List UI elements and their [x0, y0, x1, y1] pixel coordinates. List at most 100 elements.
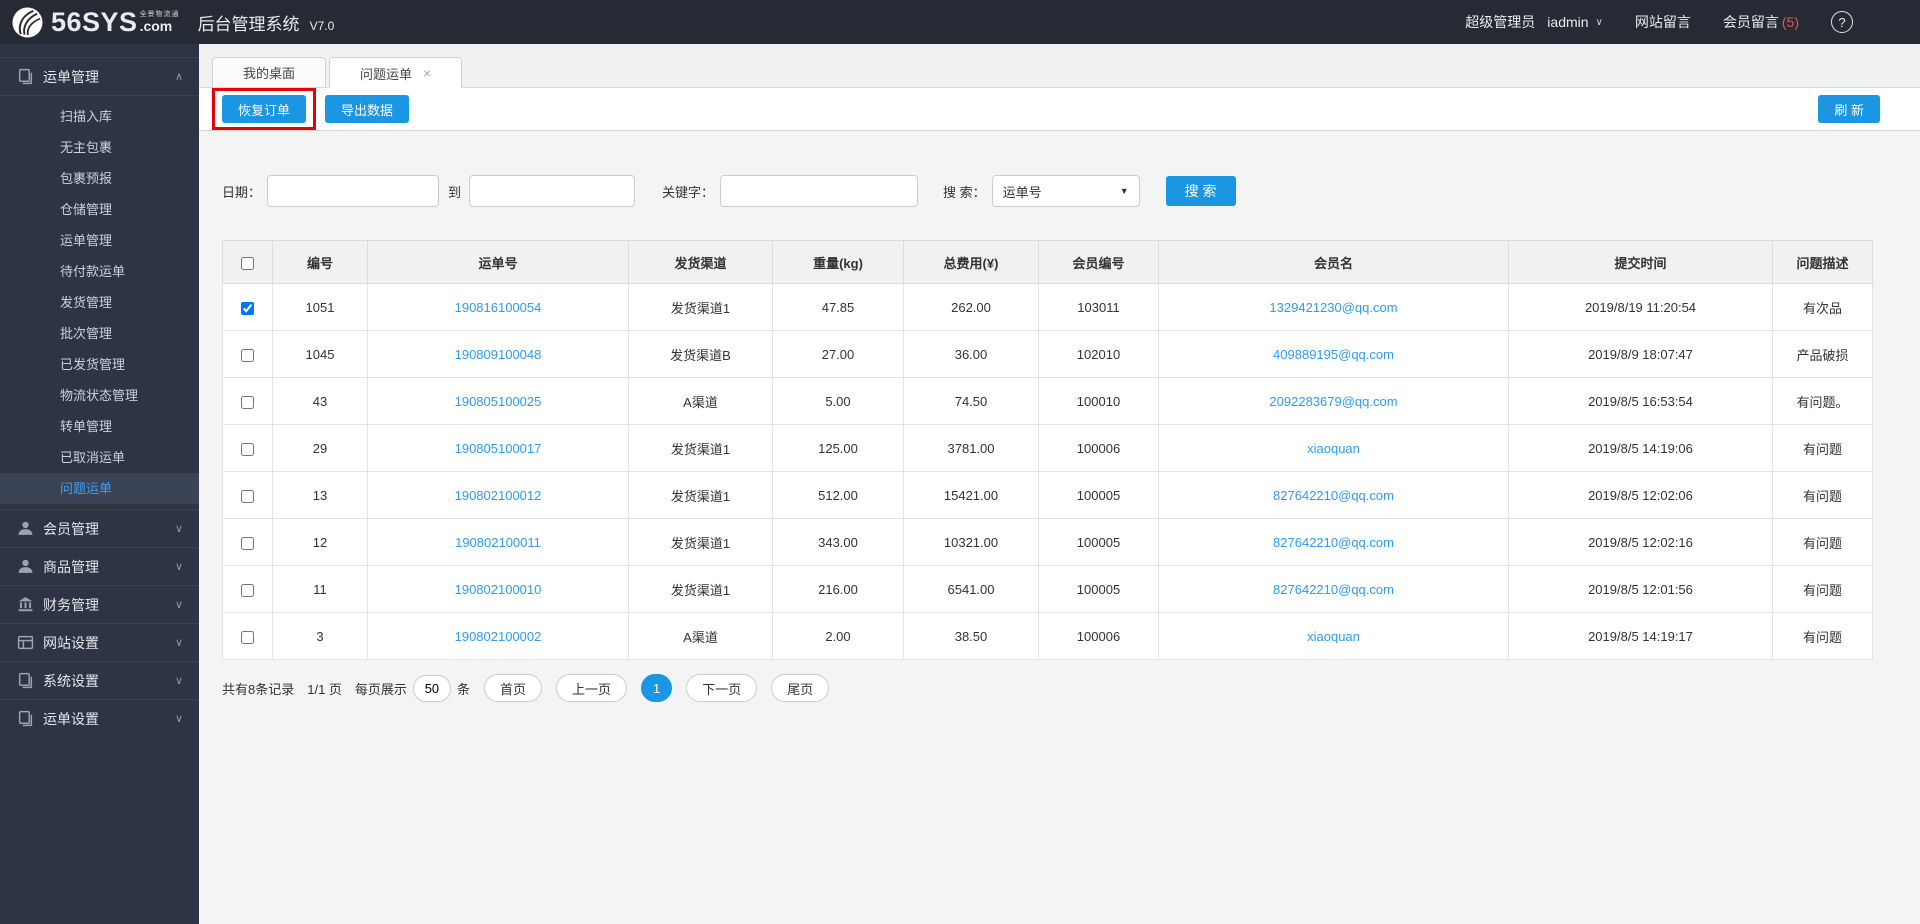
waybill-number-link[interactable]: 190816100054	[455, 300, 542, 315]
restore-order-button[interactable]: 恢复订单	[222, 95, 307, 123]
sidebar-section[interactable]: 系统设置 ∨	[0, 661, 199, 699]
member-name-cell: 1329421230@qq.com	[1158, 283, 1509, 331]
sidebar-item[interactable]: 仓储管理	[0, 194, 199, 225]
member-name-link[interactable]: xiaoquan	[1307, 629, 1360, 644]
prev-page-button[interactable]: 上一页	[555, 674, 627, 702]
shipping-channel-cell: A渠道	[628, 612, 773, 660]
member-name-link[interactable]: 827642210@qq.com	[1273, 582, 1394, 597]
select-all-checkbox[interactable]	[241, 256, 254, 270]
sidebar-item[interactable]: 发货管理	[0, 287, 199, 318]
current-page-button[interactable]: 1	[640, 674, 673, 702]
table-row: 13 190802100012 发货渠道1 512.00 15421.00 100005 8…	[222, 471, 1873, 519]
sidebar-item[interactable]: 批次管理	[0, 318, 199, 349]
member-name-link[interactable]: 827642210@qq.com	[1273, 535, 1394, 550]
total-fee-cell: 10321.00	[903, 518, 1039, 566]
user-icon	[17, 558, 34, 575]
sidebar-section[interactable]: 财务管理 ∨	[0, 585, 199, 623]
total-fee-cell: 6541.00	[903, 565, 1039, 613]
sidebar-item[interactable]: 无主包裹	[0, 132, 199, 163]
keyword-input[interactable]	[720, 175, 919, 207]
sidebar-section[interactable]: 运单设置 ∨	[0, 699, 199, 737]
sidebar-item[interactable]: 已发货管理	[0, 349, 199, 380]
member-name-link[interactable]: 1329421230@qq.com	[1269, 300, 1397, 315]
row-checkbox[interactable]	[241, 348, 254, 362]
sidebar-item[interactable]: 包裹预报	[0, 163, 199, 194]
waybill-number-link[interactable]: 190809100048	[455, 347, 542, 362]
waybill-number-link[interactable]: 190802100011	[455, 535, 541, 550]
site-messages-link[interactable]: 网站留言	[1635, 12, 1691, 32]
user-menu[interactable]: iadmin ∨	[1547, 14, 1603, 30]
waybill-number-link[interactable]: 190805100017	[455, 441, 542, 456]
waybill-number-link[interactable]: 190802100010	[455, 582, 542, 597]
member-name-link[interactable]: 409889195@qq.com	[1273, 347, 1394, 362]
chevron-down-icon: ∨	[174, 675, 183, 687]
shipping-channel-cell: 发货渠道B	[628, 330, 773, 378]
sidebar-section-label: 运单管理	[43, 68, 99, 85]
row-id-cell: 43	[272, 377, 368, 425]
row-id-cell: 3	[272, 612, 368, 660]
member-name-cell: 827642210@qq.com	[1158, 565, 1509, 613]
column-header: 编号	[272, 240, 368, 284]
submit-time-cell: 2019/8/5 14:19:06	[1508, 424, 1773, 472]
member-name-link[interactable]: 2092283679@qq.com	[1269, 394, 1397, 409]
sidebar-item[interactable]: 物流状态管理	[0, 380, 199, 411]
app-title: 后台管理系统 V7.0	[198, 10, 335, 35]
date-to-input[interactable]	[469, 175, 636, 207]
row-checkbox[interactable]	[241, 301, 254, 315]
row-checkbox[interactable]	[241, 489, 254, 503]
weight-cell: 512.00	[772, 471, 904, 519]
row-checkbox[interactable]	[241, 442, 254, 456]
sidebar-section[interactable]: 网站设置 ∨	[0, 623, 199, 661]
logo-text: 56SYS	[51, 6, 138, 37]
sidebar-section[interactable]: 运单管理 ∧	[0, 57, 199, 95]
app-version: V7.0	[309, 18, 335, 33]
row-checkbox[interactable]	[241, 630, 254, 644]
doc-icon	[17, 710, 34, 727]
chevron-down-icon: ∨	[174, 713, 183, 725]
sidebar-item[interactable]: 问题运单	[0, 473, 199, 504]
row-checkbox-cell	[222, 518, 273, 566]
last-page-button[interactable]: 尾页	[771, 674, 830, 702]
tab-active[interactable]: 问题运单 ×	[329, 57, 463, 88]
member-messages-link[interactable]: 会员留言 (5)	[1723, 12, 1799, 32]
total-fee-cell: 74.50	[903, 377, 1039, 425]
sidebar-item[interactable]: 待付款运单	[0, 256, 199, 287]
refresh-button[interactable]: 刷 新	[1818, 95, 1880, 123]
close-icon[interactable]: ×	[423, 65, 431, 81]
table-row: 1045 190809100048 发货渠道B 27.00 36.00 102010 409…	[222, 330, 1873, 378]
row-checkbox[interactable]	[241, 536, 254, 550]
row-id-cell: 11	[272, 565, 368, 613]
search-button[interactable]: 搜 索	[1165, 176, 1236, 206]
member-name-link[interactable]: 827642210@qq.com	[1273, 488, 1394, 503]
help-icon[interactable]: ?	[1831, 11, 1853, 33]
column-header: 提交时间	[1508, 240, 1773, 284]
sidebar-item[interactable]: 扫描入库	[0, 101, 199, 132]
first-page-button[interactable]: 首页	[483, 674, 542, 702]
date-from-input[interactable]	[267, 175, 440, 207]
waybill-number-link[interactable]: 190802100002	[455, 629, 542, 644]
member-name-cell: xiaoquan	[1158, 612, 1509, 660]
sidebar-section[interactable]: 商品管理 ∨	[0, 547, 199, 585]
pagination: 共有8条记录 1/1 页 每页展示 条 首页 上一页 1 下一页 尾页	[222, 674, 1920, 702]
waybill-doc-icon	[17, 68, 34, 85]
waybill-number-link[interactable]: 190805100025	[455, 394, 542, 409]
per-page-input[interactable]	[412, 674, 451, 702]
row-id-cell: 13	[272, 471, 368, 519]
search-type-select[interactable]: 运单号 ▼	[991, 175, 1140, 207]
member-name-cell: xiaoquan	[1158, 424, 1509, 472]
sidebar-item[interactable]: 运单管理	[0, 225, 199, 256]
sidebar-item[interactable]: 已取消运单	[0, 442, 199, 473]
tab[interactable]: 我的桌面	[212, 57, 327, 87]
sidebar-section[interactable]: 会员管理 ∨	[0, 509, 199, 547]
row-checkbox[interactable]	[241, 583, 254, 597]
export-data-button[interactable]: 导出数据	[325, 95, 410, 123]
member-name-link[interactable]: xiaoquan	[1307, 441, 1360, 456]
waybill-number-link[interactable]: 190802100012	[455, 488, 542, 503]
next-page-button[interactable]: 下一页	[686, 674, 758, 702]
shipping-channel-cell: 发货渠道1	[628, 518, 773, 566]
topbar-actions: 超级管理员 iadmin ∨ 网站留言 会员留言 (5) ?	[1465, 11, 1853, 33]
weight-cell: 47.85	[772, 283, 904, 331]
sidebar-item[interactable]: 转单管理	[0, 411, 199, 442]
submit-time-cell: 2019/8/5 12:01:56	[1508, 565, 1773, 613]
row-checkbox[interactable]	[241, 395, 254, 409]
